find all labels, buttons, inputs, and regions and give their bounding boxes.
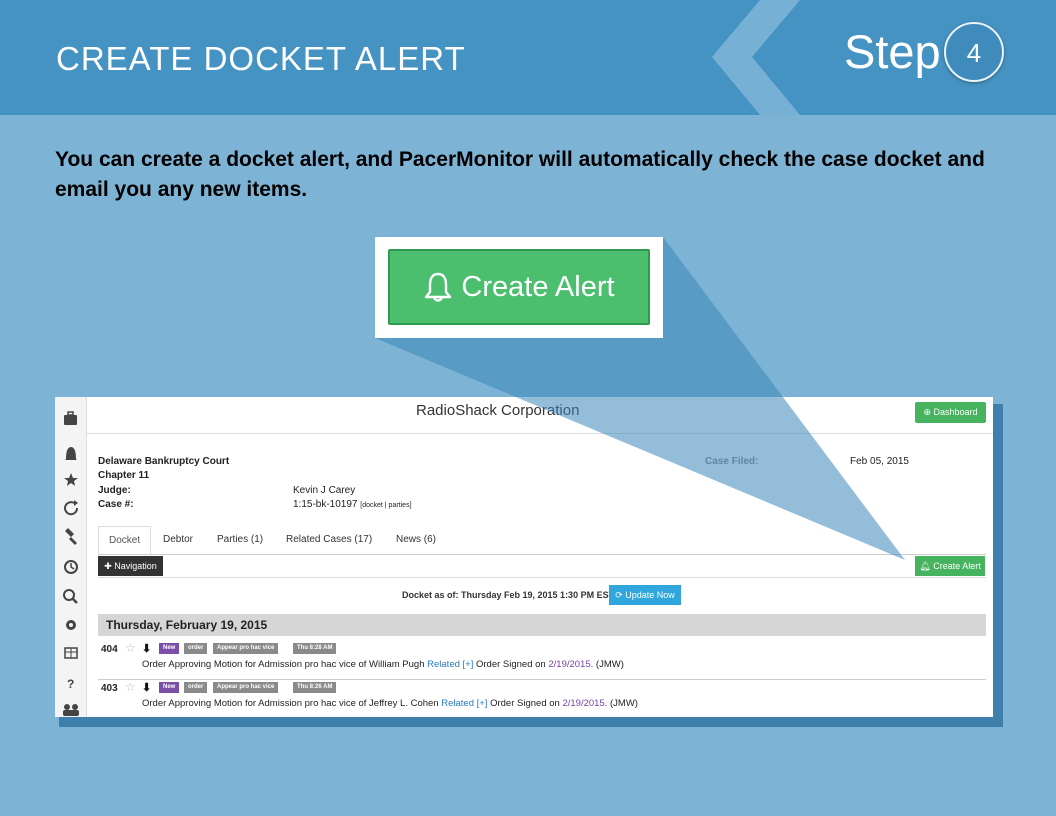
divider	[86, 433, 993, 434]
bell-icon	[65, 447, 77, 460]
judge-name: Kevin J Carey	[293, 485, 356, 496]
intro-text: You can create a docket alert, and Pacer…	[55, 148, 985, 201]
badge-new: New	[159, 643, 180, 654]
initials: (JMW)	[610, 698, 638, 709]
entry-text: Order Approving Motion for Admission pro…	[142, 698, 439, 709]
signed-date[interactable]: 2/19/2015.	[562, 698, 607, 709]
badge-time: Thu 8:26 AM	[293, 682, 337, 693]
create-alert-label: Create Alert	[461, 270, 615, 303]
navigation-label: Navigation	[114, 561, 157, 571]
question-icon: ?	[67, 677, 74, 691]
related-link[interactable]: Related [+]	[441, 698, 487, 709]
badge-category: Appear pro hac vice	[213, 643, 279, 654]
table-row: 403 ☆ ⬇ New order Appear pro hac vice Th…	[98, 678, 986, 717]
entry-text: Order Approving Motion for Admission pro…	[142, 659, 425, 670]
create-alert-label-small: Create Alert	[933, 561, 981, 571]
navigation-button[interactable]: ✚ Navigation	[98, 556, 163, 576]
tab-parties[interactable]: Parties (1)	[217, 526, 263, 554]
star-icon[interactable]: ☆	[125, 641, 136, 655]
dashboard-button[interactable]: ⊕ Dashboard	[915, 402, 986, 423]
badge-new: New	[159, 682, 180, 693]
filed-date: Feb 05, 2015	[850, 456, 909, 467]
step-number-badge: 4	[944, 22, 1004, 82]
slide-title: CREATE DOCKET ALERT	[56, 40, 466, 77]
save-download-icon[interactable]: ⬇	[142, 681, 151, 694]
filed-label: Case Filed:	[705, 456, 759, 467]
tabs-divider	[98, 554, 986, 555]
badge-time: Thu 8:28 AM	[293, 643, 337, 654]
star-icon	[64, 473, 78, 486]
dashboard-label: Dashboard	[933, 407, 978, 417]
step-label: Step	[844, 25, 941, 78]
search-icon	[63, 589, 75, 601]
day-header: Thursday, February 19, 2015	[98, 614, 986, 636]
update-now-button[interactable]: ⟳ Update Now	[609, 585, 681, 605]
case-links[interactable]: [docket | parties]	[360, 502, 411, 509]
tab-news[interactable]: News (6)	[396, 526, 436, 554]
case-label: Case #:	[98, 499, 134, 510]
bell-icon	[425, 272, 452, 302]
tab-docket[interactable]: Docket	[98, 526, 152, 556]
gavel-icon	[65, 528, 77, 545]
entry-description: Order Approving Motion for Admission pro…	[142, 698, 638, 709]
divider	[98, 577, 986, 578]
case-number-value: 1:15-bk-10197	[293, 499, 358, 510]
app-screenshot: ? RadioShack Corporation ⊕ Dashboard Del…	[55, 397, 993, 717]
refresh-icon: ⟳	[615, 590, 623, 600]
signed-text: Order Signed on	[490, 698, 560, 709]
chapter: Chapter 11	[98, 470, 150, 481]
create-alert-button-small[interactable]: 🔔︎ Create Alert	[915, 556, 985, 576]
signed-date[interactable]: 2/19/2015.	[548, 659, 593, 670]
star-icon[interactable]: ☆	[125, 680, 136, 694]
table-row: 404 ☆ ⬇ New order Appear pro hac vice Th…	[98, 639, 986, 680]
tab-debtor[interactable]: Debtor	[163, 526, 193, 554]
court-name: Delaware Bankruptcy Court	[98, 456, 230, 467]
briefcase-icon	[64, 415, 77, 425]
case-number: 1:15-bk-10197 [docket | parties]	[293, 499, 412, 510]
users-icon	[64, 704, 70, 710]
badge-type: order	[184, 643, 208, 654]
save-download-icon[interactable]: ⬇	[142, 642, 151, 655]
related-link[interactable]: Related [+]	[427, 659, 473, 670]
create-alert-button[interactable]: Create Alert	[388, 249, 650, 325]
entry-number: 403	[101, 683, 118, 694]
badge-category: Appear pro hac vice	[213, 682, 279, 693]
docket-as-of: Docket as of: Thursday Feb 19, 2015 1:30…	[402, 590, 615, 600]
entry-description: Order Approving Motion for Admission pro…	[142, 659, 624, 670]
update-now-label: Update Now	[625, 590, 675, 600]
entry-number: 404	[101, 644, 118, 655]
initials: (JMW)	[595, 659, 624, 670]
signed-text: Order Signed on	[476, 659, 546, 670]
bell-icon: 🔔︎	[919, 561, 931, 571]
tab-related-cases[interactable]: Related Cases (17)	[286, 526, 372, 554]
left-sidebar: ?	[55, 397, 87, 717]
app-title: RadioShack Corporation	[416, 402, 580, 419]
sidebar-icons: ?	[63, 411, 79, 716]
badge-type: order	[184, 682, 208, 693]
judge-label: Judge:	[98, 485, 131, 496]
